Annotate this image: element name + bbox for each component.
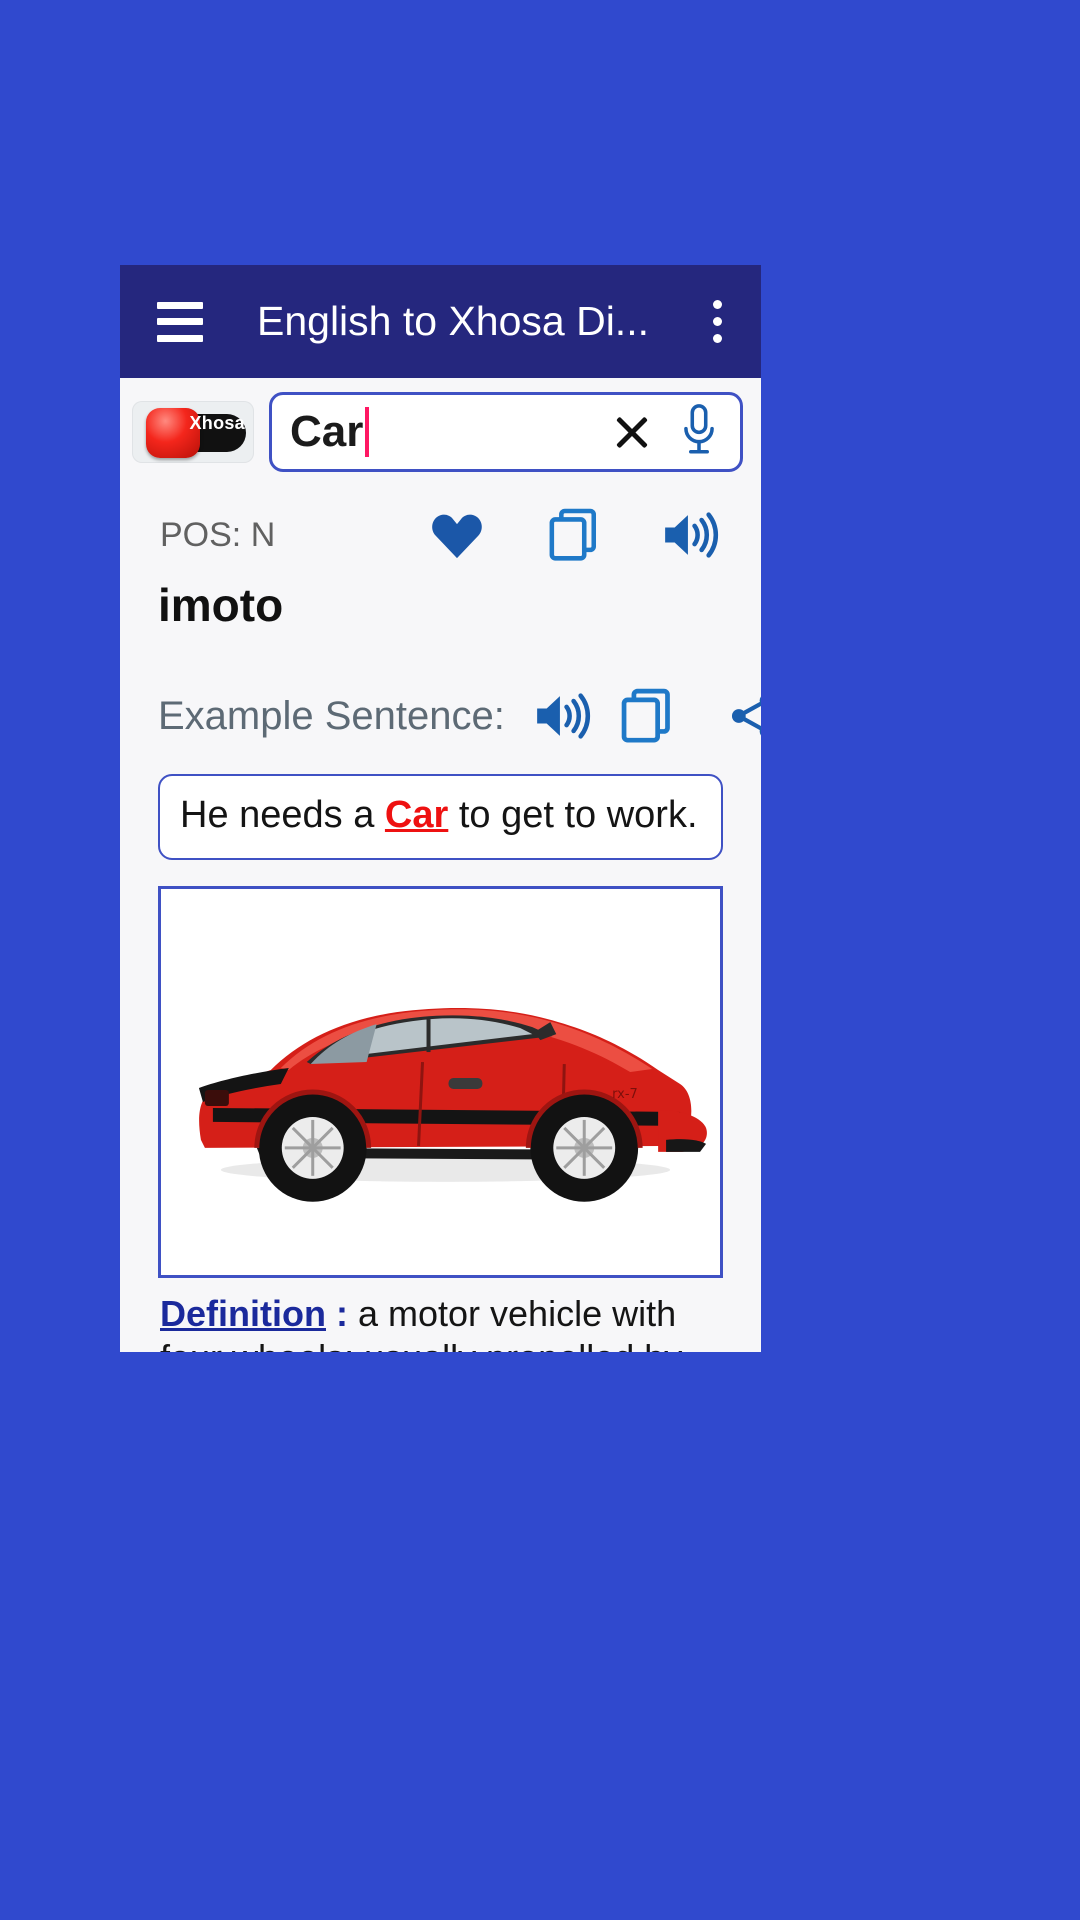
example-speaker-icon[interactable] <box>533 691 591 741</box>
svg-text:rx-7: rx-7 <box>612 1087 638 1102</box>
sentence-highlight: Car <box>384 794 449 836</box>
speaker-glyph <box>537 693 590 739</box>
example-copy-icon[interactable] <box>619 688 673 744</box>
language-toggle-button[interactable]: Xhosa <box>132 401 254 463</box>
result-actions <box>275 508 719 562</box>
app-window: English to Xhosa Di... Xhosa Car POS: N … <box>120 265 761 1352</box>
car-illustration-graphic: rx-7 <box>161 911 720 1252</box>
copy-glyph <box>621 688 670 743</box>
app-bar: English to Xhosa Di... <box>120 265 761 378</box>
microphone-icon[interactable] <box>676 404 722 460</box>
example-header-row: Example Sentence: <box>120 688 761 744</box>
heart-filled-icon[interactable] <box>429 510 485 560</box>
definition-label: Definition <box>160 1292 326 1334</box>
search-row: Xhosa Car <box>120 378 761 482</box>
close-icon[interactable] <box>606 406 658 458</box>
speaker-glyph <box>665 512 719 558</box>
share-glyph <box>731 696 761 736</box>
text-caret <box>365 407 370 457</box>
sentence-part-after: to get to work. <box>448 794 698 836</box>
result-header-row: POS: N <box>120 482 761 562</box>
translation-word: imoto <box>158 579 284 631</box>
microphone-glyph <box>684 404 714 454</box>
language-chip-label: Xhosa <box>189 413 245 433</box>
search-input-container[interactable]: Car <box>269 392 743 472</box>
definition-separator: : <box>325 1292 348 1334</box>
heart-glyph <box>432 514 482 559</box>
search-input[interactable]: Car <box>290 407 606 457</box>
speaker-icon[interactable] <box>661 510 719 560</box>
copy-icon[interactable] <box>547 508 599 562</box>
definition-text: Definition : a motor vehicle with four w… <box>120 1278 761 1352</box>
copy-glyph <box>549 508 597 561</box>
sentence-part-before: He needs a <box>180 794 385 836</box>
example-actions <box>619 688 761 744</box>
share-icon[interactable] <box>727 691 761 741</box>
search-input-value: Car <box>290 407 364 456</box>
example-sentence-label: Example Sentence: <box>158 693 505 738</box>
hamburger-menu-icon[interactable] <box>157 301 203 342</box>
pos-label: POS: N <box>160 515 276 554</box>
example-sentence-box: He needs a Car to get to work. <box>158 774 723 860</box>
car-illustration: rx-7 <box>158 885 723 1278</box>
page-title: English to Xhosa Di... <box>257 298 649 344</box>
more-vertical-icon[interactable] <box>689 291 745 353</box>
